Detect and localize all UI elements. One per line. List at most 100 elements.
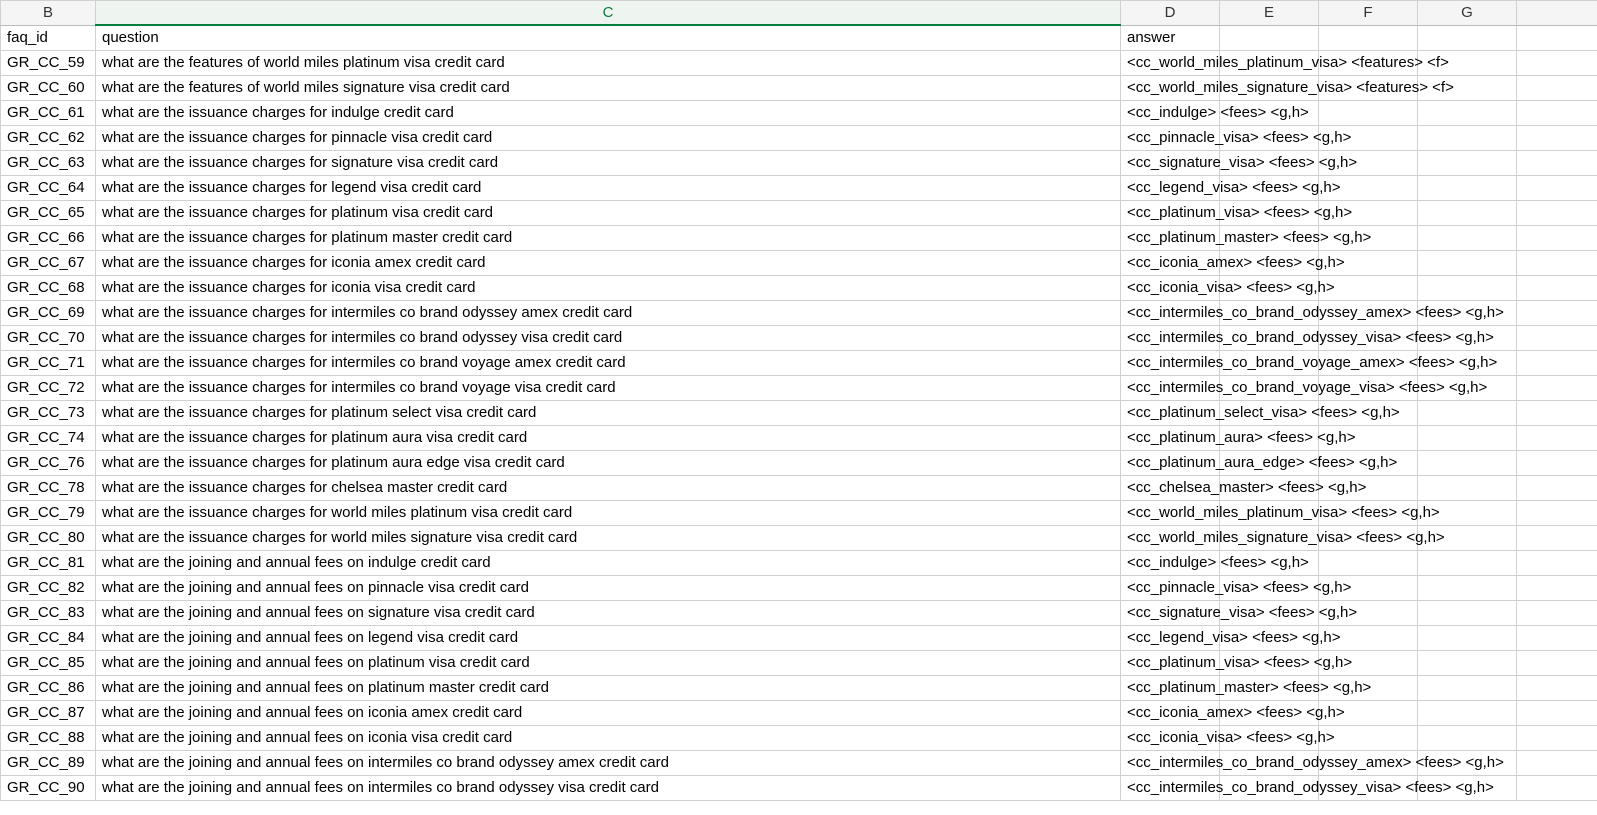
cell[interactable] [1319, 25, 1418, 50]
cell[interactable] [1517, 725, 1597, 750]
cell[interactable] [1418, 575, 1517, 600]
col-header-E[interactable]: E [1220, 1, 1319, 26]
cell[interactable]: what are the issuance charges for interm… [96, 325, 1121, 350]
cell[interactable]: what are the issuance charges for legend… [96, 175, 1121, 200]
cell[interactable] [1517, 475, 1597, 500]
cell[interactable]: what are the joining and annual fees on … [96, 675, 1121, 700]
cell[interactable]: what are the joining and annual fees on … [96, 775, 1121, 800]
cell[interactable]: <cc_platinum_master> <fees> <g,h> [1121, 225, 1220, 250]
cell[interactable]: <cc_intermiles_co_brand_voyage_amex> <fe… [1121, 350, 1220, 375]
cell[interactable]: what are the joining and annual fees on … [96, 650, 1121, 675]
cell[interactable]: <cc_iconia_amex> <fees> <g,h> [1121, 700, 1220, 725]
cell[interactable]: what are the joining and annual fees on … [96, 575, 1121, 600]
cell[interactable]: what are the issuance charges for iconia… [96, 250, 1121, 275]
cell[interactable]: <cc_chelsea_master> <fees> <g,h> [1121, 475, 1220, 500]
cell[interactable] [1517, 25, 1597, 50]
cell[interactable] [1418, 450, 1517, 475]
cell[interactable]: what are the issuance charges for signat… [96, 150, 1121, 175]
cell[interactable] [1517, 450, 1597, 475]
cell[interactable]: GR_CC_86 [1, 675, 96, 700]
cell[interactable]: what are the joining and annual fees on … [96, 625, 1121, 650]
cell[interactable]: faq_id [1, 25, 96, 50]
cell[interactable] [1517, 425, 1597, 450]
cell[interactable]: <cc_platinum_aura> <fees> <g,h> [1121, 425, 1220, 450]
col-header-D[interactable]: D [1121, 1, 1220, 26]
cell[interactable]: <cc_legend_visa> <fees> <g,h> [1121, 625, 1220, 650]
col-header-tail[interactable] [1517, 1, 1597, 26]
cell[interactable]: GR_CC_90 [1, 775, 96, 800]
cell[interactable] [1418, 275, 1517, 300]
cell[interactable]: what are the issuance charges for iconia… [96, 275, 1121, 300]
cell[interactable] [1517, 275, 1597, 300]
cell[interactable]: GR_CC_73 [1, 400, 96, 425]
cell[interactable]: GR_CC_59 [1, 50, 96, 75]
cell[interactable]: <cc_platinum_aura_edge> <fees> <g,h> [1121, 450, 1220, 475]
cell[interactable]: <cc_intermiles_co_brand_odyssey_visa> <f… [1121, 775, 1220, 800]
cell[interactable] [1517, 325, 1597, 350]
cell[interactable] [1418, 425, 1517, 450]
cell[interactable]: GR_CC_87 [1, 700, 96, 725]
cell[interactable] [1418, 550, 1517, 575]
cell[interactable]: <cc_world_miles_platinum_visa> <features… [1121, 50, 1220, 75]
cell[interactable]: what are the joining and annual fees on … [96, 700, 1121, 725]
cell[interactable]: <cc_platinum_visa> <fees> <g,h> [1121, 650, 1220, 675]
cell[interactable] [1418, 150, 1517, 175]
cell[interactable]: GR_CC_64 [1, 175, 96, 200]
cell[interactable] [1418, 200, 1517, 225]
cell[interactable] [1517, 500, 1597, 525]
cell[interactable] [1517, 100, 1597, 125]
cell[interactable]: GR_CC_68 [1, 275, 96, 300]
cell[interactable] [1319, 550, 1418, 575]
cell[interactable]: <cc_legend_visa> <fees> <g,h> [1121, 175, 1220, 200]
cell[interactable] [1517, 175, 1597, 200]
cell[interactable]: what are the joining and annual fees on … [96, 550, 1121, 575]
cell[interactable]: <cc_intermiles_co_brand_voyage_visa> <fe… [1121, 375, 1220, 400]
cell[interactable] [1517, 75, 1597, 100]
col-header-B[interactable]: B [1, 1, 96, 26]
cell[interactable] [1517, 675, 1597, 700]
cell[interactable] [1517, 600, 1597, 625]
cell[interactable]: <cc_platinum_visa> <fees> <g,h> [1121, 200, 1220, 225]
cell[interactable]: what are the features of world miles pla… [96, 50, 1121, 75]
cell[interactable]: what are the issuance charges for platin… [96, 225, 1121, 250]
cell[interactable]: <cc_pinnacle_visa> <fees> <g,h> [1121, 125, 1220, 150]
cell[interactable] [1418, 225, 1517, 250]
col-header-C[interactable]: C [96, 1, 1121, 26]
cell[interactable] [1517, 300, 1597, 325]
cell[interactable]: what are the issuance charges for pinnac… [96, 125, 1121, 150]
cell[interactable]: what are the issuance charges for platin… [96, 450, 1121, 475]
col-header-F[interactable]: F [1319, 1, 1418, 26]
cell[interactable]: question [96, 25, 1121, 50]
cell[interactable] [1517, 625, 1597, 650]
cell[interactable] [1517, 200, 1597, 225]
cell[interactable]: GR_CC_63 [1, 150, 96, 175]
cell[interactable]: GR_CC_88 [1, 725, 96, 750]
cell[interactable]: <cc_platinum_select_visa> <fees> <g,h> [1121, 400, 1220, 425]
cell[interactable]: what are the joining and annual fees on … [96, 725, 1121, 750]
cell[interactable]: what are the features of world miles sig… [96, 75, 1121, 100]
cell[interactable] [1517, 150, 1597, 175]
cell[interactable]: <cc_world_miles_signature_visa> <feature… [1121, 75, 1220, 100]
cell[interactable] [1517, 775, 1597, 800]
cell[interactable]: what are the issuance charges for platin… [96, 425, 1121, 450]
cell[interactable]: <cc_signature_visa> <fees> <g,h> [1121, 150, 1220, 175]
cell[interactable]: <cc_intermiles_co_brand_odyssey_amex> <f… [1121, 750, 1220, 775]
cell[interactable]: what are the joining and annual fees on … [96, 750, 1121, 775]
cell[interactable]: GR_CC_65 [1, 200, 96, 225]
cell[interactable] [1418, 25, 1517, 50]
cell[interactable]: <cc_world_miles_platinum_visa> <fees> <g… [1121, 500, 1220, 525]
cell[interactable] [1517, 375, 1597, 400]
cell[interactable] [1418, 675, 1517, 700]
cell[interactable] [1220, 25, 1319, 50]
cell[interactable]: what are the issuance charges for interm… [96, 300, 1121, 325]
cell[interactable] [1517, 400, 1597, 425]
cell[interactable]: GR_CC_66 [1, 225, 96, 250]
cell[interactable] [1418, 625, 1517, 650]
cell[interactable]: GR_CC_61 [1, 100, 96, 125]
cell[interactable]: <cc_signature_visa> <fees> <g,h> [1121, 600, 1220, 625]
cell[interactable] [1517, 750, 1597, 775]
cell[interactable]: <cc_intermiles_co_brand_odyssey_visa> <f… [1121, 325, 1220, 350]
cell[interactable]: <cc_iconia_visa> <fees> <g,h> [1121, 275, 1220, 300]
cell[interactable] [1517, 700, 1597, 725]
cell[interactable] [1517, 575, 1597, 600]
